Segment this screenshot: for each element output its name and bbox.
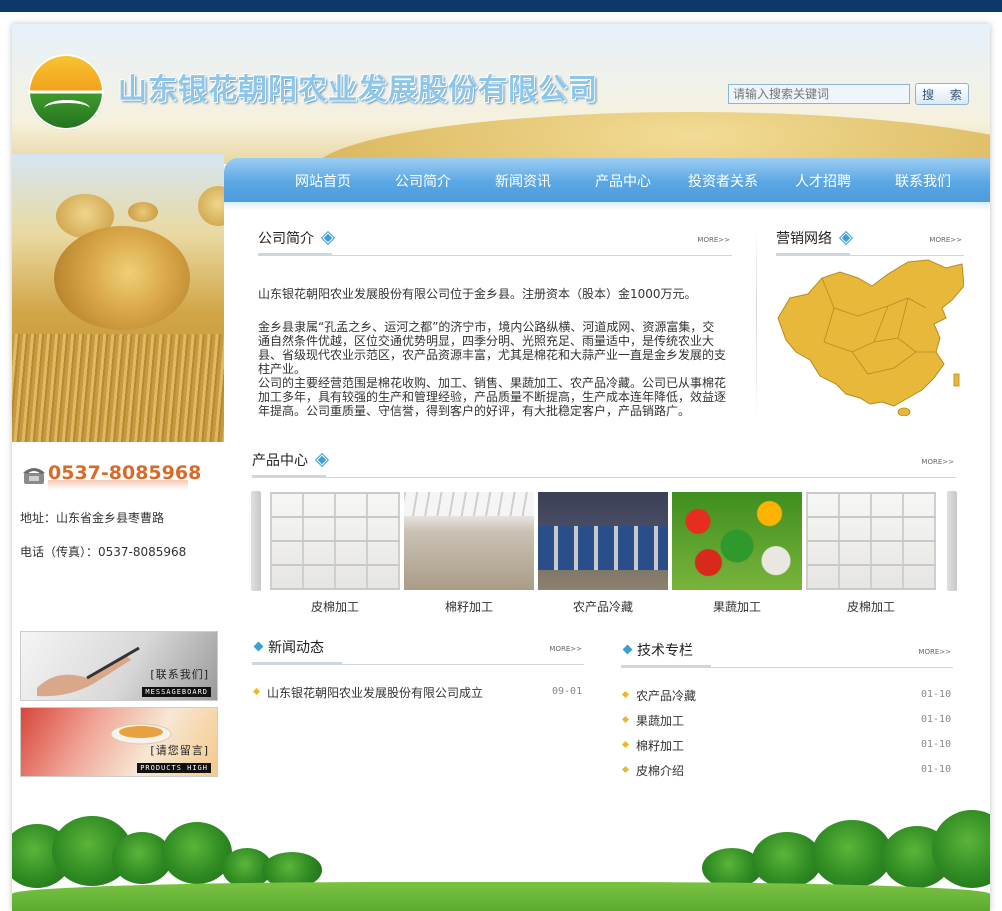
nav-contact[interactable]: 联系我们 [873,158,973,202]
nav-about[interactable]: 公司简介 [373,158,473,202]
about-paragraph-2: 金乡县隶属“孔孟之乡、运河之都”的济宁市，境内公路纵横、河道成网、资源富集，交 … [258,320,727,418]
tech-date: 01-10 [921,714,952,725]
news-item[interactable]: 山东银花朝阳农业发展股份有限公司成立 [267,684,483,701]
contact-us-text: [联系我们] [150,668,209,681]
contact-us-banner[interactable]: [联系我们] MESSAGEBOARD [20,631,218,701]
tech-date: 01-10 [921,764,952,775]
news-title: 新闻动态 [252,635,342,665]
product-image-vegetables[interactable] [672,492,802,590]
product-item[interactable]: 皮棉加工 [270,492,400,615]
company-name: 山东银花朝阳农业发展股份有限公司 [118,72,599,106]
product-label[interactable]: 果蔬加工 [672,598,802,615]
news-date: 09-01 [552,686,583,697]
column-divider [756,229,757,425]
hand-pen-icon [37,646,140,697]
about-paragraph-1: 山东银花朝阳农业发展股份有限公司位于金乡县。注册资本（股本）金1000万元。 [258,287,697,301]
product-item[interactable]: 棉籽加工 [404,492,534,615]
tech-section-header: 技术专栏 MORE>> [621,638,953,668]
page-frame: 山东银花朝阳农业发展股份有限公司 搜 索 网站首页 公司简介 新闻资讯 产品中心… [12,24,990,911]
tech-date: 01-10 [921,739,952,750]
leave-message-text: [请您留言] [150,744,209,757]
contact-us-subtext: MESSAGEBOARD [142,687,211,697]
product-item[interactable]: 果蔬加工 [672,492,802,615]
nav-home[interactable]: 网站首页 [273,158,373,202]
tech-date: 01-10 [921,689,952,700]
network-section-header: 营销网络 MORE>> [776,226,964,256]
carousel-right-arrow[interactable] [947,491,957,591]
about-title: 公司简介 [258,226,334,256]
nav-news[interactable]: 新闻资讯 [473,158,573,202]
tech-item[interactable]: 皮棉介绍 [636,762,684,779]
main-nav: 网站首页 公司简介 新闻资讯 产品中心 投资者关系 人才招聘 联系我们 [224,158,990,202]
phone-reflection [48,480,188,490]
about-section-header: 公司简介 MORE>> [258,226,732,256]
diamond-icon [316,454,328,466]
company-logo[interactable] [28,54,104,130]
header: 山东银花朝阳农业发展股份有限公司 搜 索 [12,24,990,164]
product-item[interactable]: 农产品冷藏 [538,492,668,615]
product-label[interactable]: 皮棉加工 [270,598,400,615]
bullet-icon [621,740,630,749]
hay-bale-photo [12,154,224,442]
products-more-link[interactable]: MORE>> [921,458,954,466]
product-image-cold-storage[interactable] [538,492,668,590]
search-input[interactable] [728,84,910,104]
top-bar [0,0,1002,12]
nav-products[interactable]: 产品中心 [573,158,673,202]
tel-fax: 电话（传真）：0537-8085968 [20,545,187,559]
carousel-left-arrow[interactable] [251,491,261,591]
news-more-link[interactable]: MORE>> [549,645,582,653]
products-title: 产品中心 [252,448,328,478]
header-field-decoration [312,112,990,164]
footer-trees-scenery [12,804,990,911]
tech-item[interactable]: 农产品冷藏 [636,687,696,704]
diamond-icon [322,232,334,244]
product-image-cottonseed[interactable] [404,492,534,590]
tech-more-link[interactable]: MORE>> [918,648,951,656]
nav-jobs[interactable]: 人才招聘 [773,158,873,202]
product-image-cotton[interactable] [270,492,400,590]
search-button[interactable]: 搜 索 [915,83,969,105]
tech-item[interactable]: 棉籽加工 [636,737,684,754]
network-title: 营销网络 [776,226,852,256]
tech-title: 技术专栏 [621,638,711,668]
bullet-icon [252,687,261,696]
diamond-icon [840,232,852,244]
leave-message-subtext: PRODUCTS HIGH [137,763,211,773]
bullet-icon [621,765,630,774]
china-map[interactable] [776,256,964,416]
phone-icon [23,468,45,484]
about-more-link[interactable]: MORE>> [697,236,730,244]
product-image-cotton[interactable] [806,492,936,590]
bullet-icon [621,690,630,699]
bullet-icon [621,715,630,724]
nav-investors[interactable]: 投资者关系 [673,158,773,202]
products-section-header: 产品中心 MORE>> [252,448,956,478]
product-label[interactable]: 农产品冷藏 [538,598,668,615]
address: 地址：山东省金乡县枣曹路 [20,511,165,525]
product-label[interactable]: 皮棉加工 [806,598,936,615]
leave-message-banner[interactable]: [请您留言] PRODUCTS HIGH [20,707,218,777]
tech-item[interactable]: 果蔬加工 [636,712,684,729]
nav-shadow [224,202,990,210]
teacup-icon [110,723,172,745]
network-more-link[interactable]: MORE>> [929,236,962,244]
product-label[interactable]: 棉籽加工 [404,598,534,615]
news-section-header: 新闻动态 MORE>> [252,635,584,665]
product-item[interactable]: 皮棉加工 [806,492,936,615]
